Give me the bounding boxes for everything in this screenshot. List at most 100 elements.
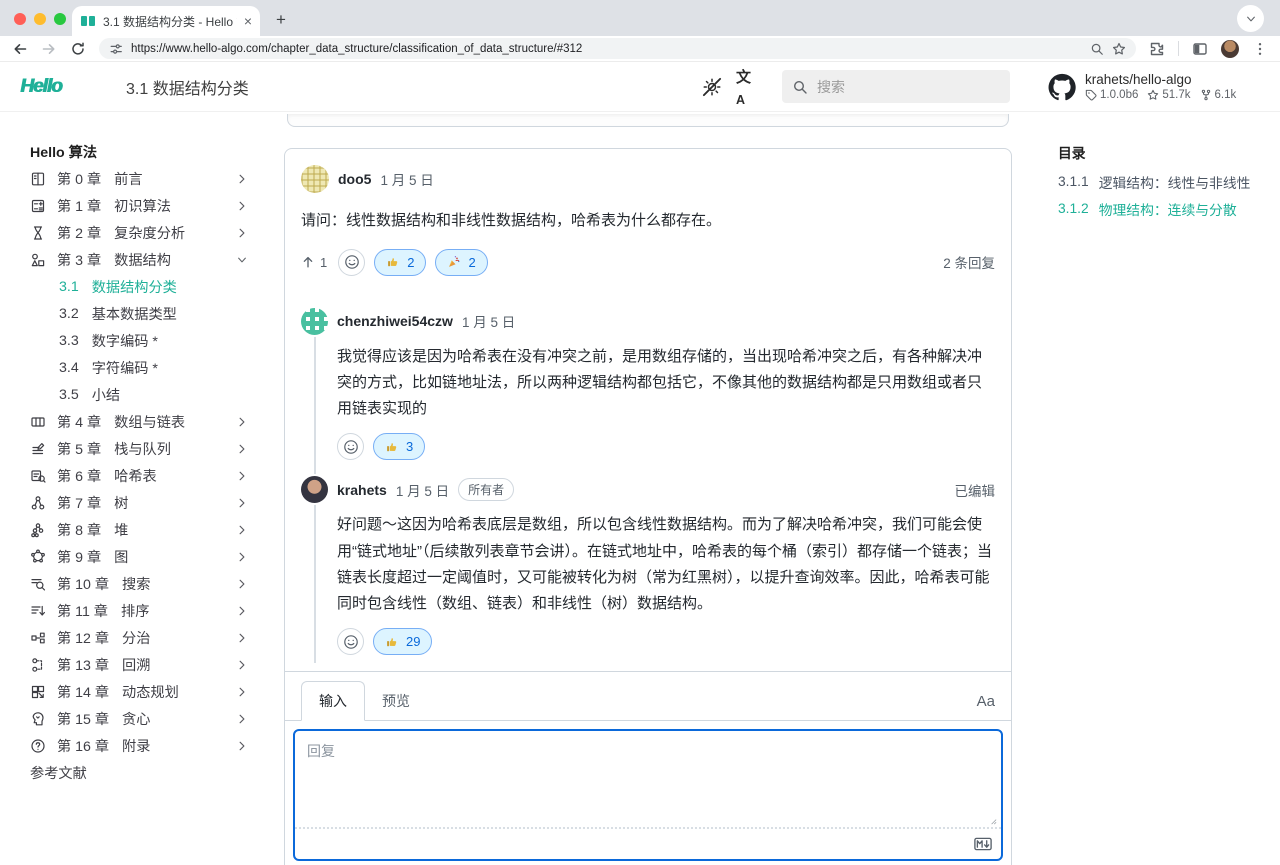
bookmark-star-icon[interactable]	[1112, 42, 1126, 56]
sidebar-item-3-2[interactable]: 3.2基本数据类型	[30, 300, 274, 327]
sidebar-item-chapter-3[interactable]: 第 3 章数据结构	[30, 246, 274, 273]
avatar[interactable]	[301, 165, 329, 193]
browser-menu-icon[interactable]	[1252, 41, 1268, 57]
grid-icon	[30, 414, 46, 430]
reload-button[interactable]	[70, 41, 86, 57]
sidebar-item-3-3[interactable]: 3.3数字编码 *	[30, 327, 274, 354]
add-reaction-button[interactable]	[337, 433, 364, 460]
upvote-arrow-icon	[301, 255, 315, 269]
repo-name: krahets/hello-algo	[1085, 72, 1236, 87]
reaction-pill-thumbs-up[interactable]: 3	[373, 433, 425, 460]
comment: doo5 1 月 5 日 请问：线性数据结构和非线性数据结构，哈希表为什么都存在…	[285, 149, 1011, 290]
sidebar-item-3-5[interactable]: 3.5小结	[30, 381, 274, 408]
browser-profile-avatar[interactable]	[1221, 40, 1239, 58]
chevron-right-icon	[236, 713, 248, 725]
zoom-icon[interactable]	[1090, 42, 1104, 56]
reply-body: 我觉得应该是因为哈希表在没有冲突之前，是用数组存储的，当出现哈希冲突之后，有各种…	[337, 344, 995, 423]
tab-close-icon[interactable]: ×	[244, 13, 252, 29]
minimize-window-button[interactable]	[34, 13, 46, 25]
reply-author[interactable]: chenzhiwei54czw	[337, 313, 453, 329]
avatar[interactable]	[301, 476, 328, 503]
chevron-right-icon	[236, 632, 248, 644]
sidebar-item-chapter-6[interactable]: 第 6 章哈希表	[30, 462, 274, 489]
window-controls[interactable]	[14, 13, 66, 25]
site-favicon-icon	[80, 13, 96, 29]
maximize-window-button[interactable]	[54, 13, 66, 25]
tab-write[interactable]: 输入	[301, 681, 365, 721]
resize-handle-icon[interactable]	[986, 814, 998, 826]
browser-tab-strip: 3.1 数据结构分类 - Hello 算法 × +	[0, 0, 1280, 36]
side-panel-icon[interactable]	[1192, 41, 1208, 57]
sidebar-item-chapter-9[interactable]: 第 9 章图	[30, 543, 274, 570]
sidebar-item-3-1[interactable]: 3.1数据结构分类	[30, 273, 274, 300]
reply-date[interactable]: 1 月 5 日	[462, 311, 515, 331]
avatar[interactable]	[301, 308, 328, 335]
comment-body: 请问：线性数据结构和非线性数据结构，哈希表为什么都存在。	[301, 208, 995, 234]
previous-comment-partial	[287, 114, 1009, 127]
toc-item-3-1-1[interactable]: 3.1.1逻辑结构：线性与非线性	[1058, 168, 1280, 195]
comment-author[interactable]: doo5	[338, 171, 371, 187]
reply-author[interactable]: krahets	[337, 482, 387, 498]
chevron-right-icon	[236, 497, 248, 509]
language-icon: 文A	[736, 66, 760, 107]
language-button[interactable]: 文A	[736, 75, 760, 99]
comment-date[interactable]: 1 月 5 日	[380, 169, 433, 189]
sidebar-item-chapter-11[interactable]: 第 11 章排序	[30, 597, 274, 624]
reaction-pill-thumbs-up[interactable]: 29	[373, 628, 432, 655]
github-repo-link[interactable]: krahets/hello-algo 1.0.0b6 51.7k 6.1k	[1048, 72, 1260, 101]
sidebar-item-chapter-13[interactable]: 第 13 章回溯	[30, 651, 274, 678]
tab-preview[interactable]: 预览	[365, 682, 427, 720]
search-icon	[792, 79, 808, 95]
markdown-icon[interactable]	[974, 835, 992, 853]
sidebar-item-references[interactable]: 参考文献	[30, 759, 274, 786]
reaction-pill-thumbs-up[interactable]: 2	[374, 249, 426, 276]
extensions-icon[interactable]	[1149, 41, 1165, 57]
sidebar-item-chapter-8[interactable]: 第 8 章堆	[30, 516, 274, 543]
close-window-button[interactable]	[14, 13, 26, 25]
site-settings-icon[interactable]	[109, 42, 123, 56]
sidebar-item-chapter-16[interactable]: 第 16 章附录	[30, 732, 274, 759]
sidebar-item-chapter-4[interactable]: 第 4 章数组与链表	[30, 408, 274, 435]
back-button[interactable]	[12, 41, 28, 57]
sidebar-item-chapter-12[interactable]: 第 12 章分治	[30, 624, 274, 651]
hash-search-icon	[30, 468, 46, 484]
theme-toggle-button[interactable]	[700, 75, 724, 99]
browser-tab[interactable]: 3.1 数据结构分类 - Hello 算法 ×	[72, 6, 260, 36]
tree-icon	[30, 495, 46, 511]
repo-version: 1.0.0b6	[1100, 89, 1138, 101]
address-bar[interactable]: https://www.hello-algo.com/chapter_data_…	[99, 38, 1136, 59]
reply-date[interactable]: 1 月 5 日	[396, 480, 449, 500]
smiley-icon	[344, 254, 360, 270]
backtrack-icon	[30, 657, 46, 673]
sidebar-item-chapter-15[interactable]: 第 15 章贪心	[30, 705, 274, 732]
tab-overview-button[interactable]	[1237, 5, 1264, 32]
sidebar-item-chapter-0[interactable]: 第 0 章前言	[30, 165, 274, 192]
sidebar-item-chapter-14[interactable]: 第 14 章动态规划	[30, 678, 274, 705]
github-icon	[1048, 73, 1076, 101]
reaction-pill-tada[interactable]: 2	[435, 249, 487, 276]
sidebar-item-chapter-10[interactable]: 第 10 章搜索	[30, 570, 274, 597]
site-logo[interactable]: Hello	[20, 76, 86, 98]
add-reaction-button[interactable]	[337, 628, 364, 655]
upvote-button[interactable]: 1	[301, 255, 327, 270]
sort-icon	[30, 603, 46, 619]
shapes-icon	[30, 252, 46, 268]
search-input[interactable]: 搜索	[782, 70, 1010, 103]
calculator-icon	[30, 198, 46, 214]
text-format-button[interactable]: Aa	[977, 693, 995, 720]
add-reaction-button[interactable]	[338, 249, 365, 276]
toolbar-divider	[1178, 41, 1179, 56]
graph-icon	[30, 549, 46, 565]
owner-badge: 所有者	[458, 478, 514, 501]
search-lines-icon	[30, 576, 46, 592]
forward-button[interactable]	[41, 41, 57, 57]
url-text: https://www.hello-algo.com/chapter_data_…	[131, 43, 1082, 55]
sidebar-item-chapter-2[interactable]: 第 2 章复杂度分析	[30, 219, 274, 246]
toc-item-3-1-2[interactable]: 3.1.2物理结构：连续与分散	[1058, 195, 1280, 222]
sidebar-item-3-4[interactable]: 3.4字符编码 *	[30, 354, 274, 381]
sidebar-item-chapter-5[interactable]: 第 5 章栈与队列	[30, 435, 274, 462]
sidebar-item-chapter-7[interactable]: 第 7 章树	[30, 489, 274, 516]
sidebar-item-chapter-1[interactable]: 第 1 章初识算法	[30, 192, 274, 219]
new-tab-button[interactable]: +	[268, 7, 294, 33]
reply-textarea[interactable]: 回复	[293, 729, 1003, 861]
